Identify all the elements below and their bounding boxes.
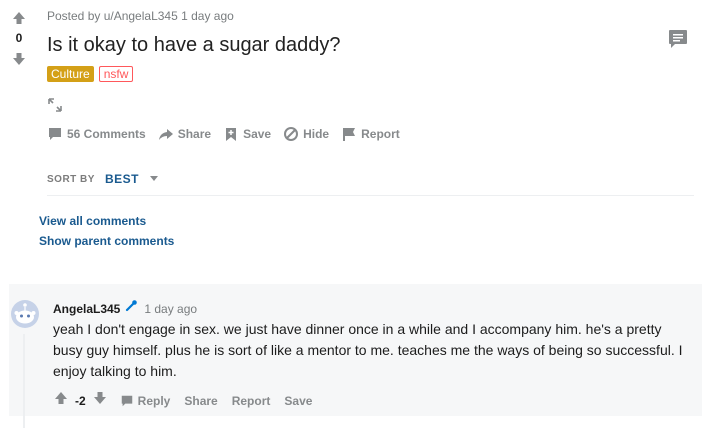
sort-label: SORT BY [47,173,95,185]
report-icon [343,128,356,141]
divider [47,195,694,196]
comment-save-button[interactable]: Save [284,394,312,408]
op-badge-icon [124,299,138,318]
comment-share-label: Share [184,393,218,408]
thread-line[interactable] [23,334,25,428]
reply-button[interactable]: Reply [120,393,171,408]
flair-row: Culture nsfw [47,66,134,82]
posted-by: Posted by u/AngelaL345 1 day ago [47,9,234,23]
post-title[interactable]: Is it okay to have a sugar daddy? [47,32,341,58]
hide-label: Hide [303,127,330,141]
report-label: Report [361,127,400,141]
comment-username[interactable]: AngelaL345 [53,302,120,316]
flair-culture[interactable]: Culture [47,66,94,82]
comment-body: yeah I don't engage in sex. we just have… [53,321,683,379]
comment-upvote-icon[interactable] [53,390,69,411]
comment-action-bar: -2 Reply Share Report Save [53,390,326,411]
share-icon [158,129,173,140]
comment-report-label: Report [231,393,271,408]
comment-author-row: AngelaL345 1 day ago [53,299,197,318]
sort-value: BEST [104,172,139,186]
hide-button[interactable]: Hide [283,124,329,144]
comment-share-button[interactable]: Share [184,394,217,408]
sort-dropdown[interactable]: SORT BY BEST [47,170,159,188]
comments-count: 56 Comments [67,127,146,141]
comment-score: -2 [75,393,86,408]
comment-icon [49,128,61,140]
comment-downvote-icon[interactable] [92,390,108,411]
caret-down-icon [149,170,159,188]
view-all-comments-link[interactable]: View all comments [39,214,146,228]
show-parent-comments-link[interactable]: Show parent comments [39,234,174,248]
post-score: 0 [15,31,23,45]
hide-icon [284,127,299,141]
comment-time[interactable]: 1 day ago [144,302,197,316]
avatar-icon[interactable] [10,299,40,334]
downvote-icon[interactable] [11,51,27,67]
save-label: Save [243,127,272,141]
save-icon [226,128,237,141]
comment-save-label: Save [284,393,313,408]
post-action-bar: 56 Comments Share Save Hide Report [47,124,412,144]
share-button[interactable]: Share [158,124,211,144]
flair-nsfw: nsfw [98,66,134,82]
comment-report-button[interactable]: Report [232,394,271,408]
upvote-icon[interactable] [11,10,27,26]
reply-label: Reply [137,393,171,408]
save-button[interactable]: Save [223,124,271,144]
report-button[interactable]: Report [341,124,400,144]
reply-icon [121,395,132,406]
chat-icon[interactable] [667,28,689,55]
share-label: Share [177,127,212,141]
comments-button[interactable]: 56 Comments [47,124,146,144]
post-vote-column: 0 [8,10,30,67]
expand-icon[interactable] [47,97,63,118]
